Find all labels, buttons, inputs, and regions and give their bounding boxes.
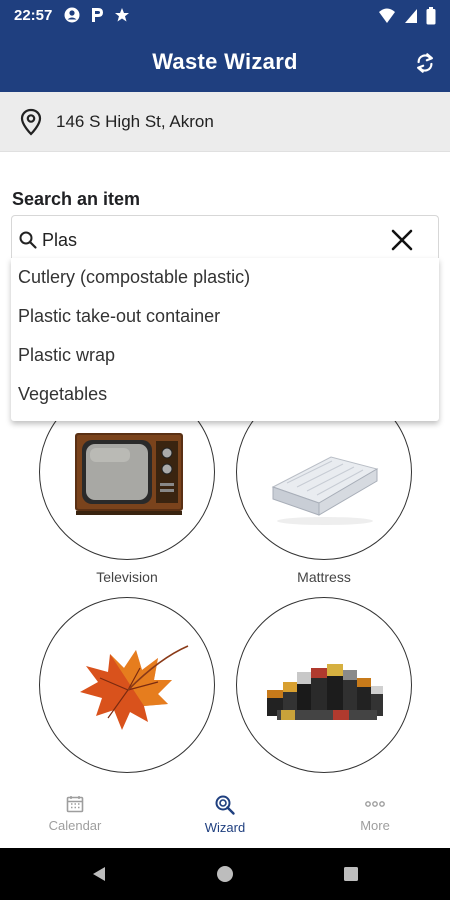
home-icon[interactable] bbox=[215, 864, 235, 884]
tile-batteries[interactable] bbox=[236, 597, 412, 773]
account-icon bbox=[64, 7, 80, 23]
nav-label: Calendar bbox=[48, 818, 102, 833]
nav-label: More bbox=[360, 818, 390, 833]
calendar-icon bbox=[66, 796, 84, 813]
battery-icon bbox=[426, 7, 436, 25]
address-bar[interactable]: 146 S High St, Akron bbox=[0, 92, 450, 152]
suggestion-dropdown: Cutlery (compostable plastic) Plastic ta… bbox=[11, 258, 439, 421]
notification-icons bbox=[64, 7, 130, 23]
app-bar: Waste Wizard bbox=[0, 32, 450, 92]
suggestion-item[interactable]: Vegetables bbox=[11, 375, 439, 414]
suggestion-item[interactable]: Cutlery (compostable plastic) bbox=[11, 258, 439, 297]
nav-item-calendar[interactable]: Calendar bbox=[0, 794, 150, 844]
refresh-button[interactable] bbox=[410, 48, 440, 78]
batteries-image bbox=[267, 664, 383, 720]
more-dots-icon bbox=[365, 801, 385, 807]
parking-icon bbox=[92, 8, 103, 22]
tile-label: Television bbox=[96, 569, 158, 585]
status-bar: 22:57 bbox=[0, 0, 450, 32]
signal-icon bbox=[405, 9, 417, 23]
nav-label: Wizard bbox=[204, 820, 246, 835]
clear-search-button[interactable] bbox=[390, 228, 414, 252]
star-icon bbox=[115, 8, 129, 22]
wizard-search-icon bbox=[215, 795, 235, 815]
nav-item-wizard[interactable]: Wizard bbox=[150, 794, 300, 844]
tile-label: Mattress bbox=[297, 569, 351, 585]
search-box[interactable] bbox=[11, 215, 439, 263]
status-time: 22:57 bbox=[14, 7, 53, 24]
search-icon bbox=[19, 231, 37, 249]
app-title: Waste Wizard bbox=[152, 49, 298, 74]
back-icon[interactable] bbox=[89, 864, 109, 884]
search-label: Search an item bbox=[12, 189, 141, 209]
address-text: 146 S High St, Akron bbox=[56, 112, 214, 131]
bottom-navigation: Calendar Wizard More bbox=[0, 790, 450, 848]
refresh-icon bbox=[417, 53, 433, 73]
suggestion-item[interactable]: Plastic wrap bbox=[11, 336, 439, 375]
wifi-icon bbox=[379, 8, 395, 23]
suggestion-item[interactable]: Plastic take-out container bbox=[11, 297, 439, 336]
system-navigation-bar bbox=[0, 848, 450, 900]
nav-item-more[interactable]: More bbox=[300, 794, 450, 844]
recents-icon[interactable] bbox=[341, 864, 361, 884]
maple-leaf-image bbox=[80, 645, 189, 730]
search-input[interactable] bbox=[42, 226, 372, 254]
tile-leaf[interactable] bbox=[39, 597, 215, 773]
location-pin-icon bbox=[20, 108, 42, 136]
system-status-icons bbox=[378, 7, 436, 25]
